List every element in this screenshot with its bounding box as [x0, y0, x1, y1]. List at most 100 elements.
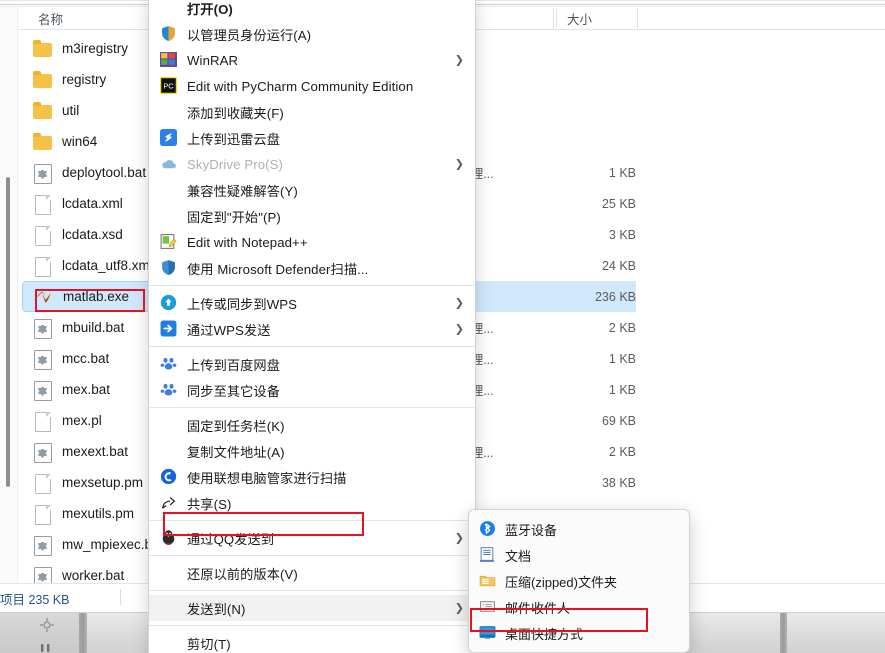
- context-menu-item[interactable]: PC Edit with PyCharm Community Edition: [149, 73, 475, 99]
- mail-recipient-icon: [469, 595, 505, 619]
- context-menu-item[interactable]: WinRAR ❯: [149, 47, 475, 73]
- menu-item-icon-slot: [149, 0, 187, 21]
- context-menu-item[interactable]: 剪切(T): [149, 630, 475, 653]
- menu-item-icon-slot: [149, 630, 187, 653]
- context-menu-item[interactable]: 发送到(N) ❯: [149, 595, 475, 621]
- pane-edge: [17, 7, 18, 612]
- column-header-name[interactable]: 名称: [38, 9, 148, 27]
- context-menu-item-label: 添加到收藏夹(F): [187, 105, 284, 121]
- context-menu-separator: [149, 625, 475, 626]
- document-icon: [32, 225, 54, 246]
- status-bar-separator: [120, 589, 121, 605]
- context-menu-item[interactable]: 上传到迅雷云盘: [149, 125, 475, 151]
- column-header-size[interactable]: 大小: [556, 9, 636, 27]
- context-menu-item[interactable]: 固定到任务栏(K): [149, 412, 475, 438]
- menu-item-icon-slot: [149, 177, 187, 203]
- context-menu-item[interactable]: 使用 Microsoft Defender扫描...: [149, 255, 475, 281]
- file-size-cell: 1 KB: [608, 165, 636, 180]
- file-size-cell: 1 KB: [608, 351, 636, 366]
- documents-icon: [469, 543, 505, 567]
- file-size-cell: 236 KB: [594, 289, 636, 304]
- context-menu-item-label: 使用联想电脑管家进行扫描: [187, 470, 347, 486]
- context-menu-separator: [149, 407, 475, 408]
- submenu-item[interactable]: 文档: [469, 542, 689, 568]
- wps-upload-icon: [160, 294, 177, 311]
- context-menu-item[interactable]: 添加到收藏夹(F): [149, 99, 475, 125]
- submenu-item[interactable]: 桌面快捷方式: [469, 620, 689, 646]
- submenu-item-label: 文档: [505, 548, 532, 564]
- submenu-item[interactable]: 邮件收件人: [469, 594, 689, 620]
- file-name: m3iregistry: [62, 41, 129, 56]
- context-menu-item[interactable]: SkyDrive Pro(S) ❯: [149, 151, 475, 177]
- context-menu-item[interactable]: 复制文件地址(A): [149, 438, 475, 464]
- file-name: mex.pl: [62, 413, 102, 428]
- baidu-cloud-icon: [160, 355, 177, 372]
- context-menu-item[interactable]: 兼容性疑难解答(Y): [149, 177, 475, 203]
- context-menu-item-label: 兼容性疑难解答(Y): [187, 183, 298, 199]
- skydrive-icon: [149, 151, 187, 177]
- svg-text:PC: PC: [163, 82, 174, 91]
- wps-upload-icon: [149, 290, 187, 316]
- context-menu-item[interactable]: 打开(O): [149, 0, 475, 21]
- file-name: util: [62, 103, 80, 118]
- context-menu-separator: [149, 285, 475, 286]
- context-menu-item[interactable]: 以管理员身份运行(A): [149, 21, 475, 47]
- context-menu-item[interactable]: 固定到"开始"(P): [149, 203, 475, 229]
- file-list-scrollbar[interactable]: [0, 7, 17, 612]
- submenu-item[interactable]: 压缩(zipped)文件夹: [469, 568, 689, 594]
- shield-uac-icon: [149, 21, 187, 47]
- send-to-submenu[interactable]: 蓝牙设备文档压缩(zipped)文件夹邮件收件人桌面快捷方式: [468, 509, 690, 653]
- folder-icon: [32, 70, 54, 90]
- context-menu-item[interactable]: 通过WPS发送 ❯: [149, 316, 475, 342]
- chevron-right-icon: ❯: [454, 602, 464, 615]
- context-menu-item-label: 共享(S): [187, 496, 232, 512]
- mail-recipient-icon: [479, 598, 496, 615]
- file-name: mex.bat: [62, 382, 111, 397]
- submenu-item-label: 邮件收件人: [505, 600, 571, 616]
- bat-icon: [32, 535, 54, 556]
- context-menu-item-label: 固定到任务栏(K): [187, 418, 285, 434]
- context-menu-item[interactable]: 通过QQ发送到 ❯: [149, 525, 475, 551]
- scrollbar-thumb[interactable]: [6, 177, 10, 487]
- chevron-right-icon: ❯: [454, 532, 464, 545]
- file-name: mcc.bat: [62, 351, 110, 366]
- defender-shield-icon: [149, 255, 187, 281]
- submenu-item[interactable]: 蓝牙设备: [469, 516, 689, 542]
- file-name: registry: [62, 72, 107, 87]
- context-menu-item[interactable]: 使用联想电脑管家进行扫描: [149, 464, 475, 490]
- qq-penguin-icon: [149, 525, 187, 551]
- file-size-cell: 2 KB: [608, 444, 636, 459]
- context-menu-item-label: SkyDrive Pro(S): [187, 156, 284, 172]
- context-menu-item[interactable]: Edit with Notepad++: [149, 229, 475, 255]
- matlab-icon: [33, 287, 55, 307]
- context-menu-item[interactable]: 还原以前的版本(V): [149, 560, 475, 586]
- lenovo-icon: [149, 464, 187, 490]
- context-menu-item-label: 上传到百度网盘: [187, 357, 281, 373]
- menu-item-icon-slot: [149, 595, 187, 621]
- context-menu-separator: [149, 555, 475, 556]
- context-menu-item-label: 上传或同步到WPS: [187, 296, 298, 312]
- context-menu-item[interactable]: 同步至其它设备: [149, 377, 475, 403]
- menu-item-icon-slot: [149, 412, 187, 438]
- file-name: worker.bat: [62, 568, 125, 583]
- context-menu[interactable]: 打开(O) 以管理员身份运行(A) WinRAR ❯ PC Edit with PyCha…: [148, 0, 476, 653]
- file-name: mexext.bat: [62, 444, 129, 459]
- context-menu-item[interactable]: 上传到百度网盘: [149, 351, 475, 377]
- qq-penguin-icon: [160, 529, 177, 546]
- file-name: lcdata.xml: [62, 196, 123, 211]
- context-menu-item[interactable]: 上传或同步到WPS ❯: [149, 290, 475, 316]
- context-menu-item-label: 使用 Microsoft Defender扫描...: [187, 261, 369, 277]
- context-menu-separator: [149, 590, 475, 591]
- context-menu-item-label: 以管理员身份运行(A): [187, 27, 312, 43]
- bat-icon: [32, 318, 54, 339]
- context-menu-item-label: Edit with Notepad++: [187, 234, 308, 250]
- documents-icon: [479, 546, 496, 563]
- baidu-cloud-icon: [149, 351, 187, 377]
- bat-icon: [32, 163, 54, 184]
- wps-send-icon: [160, 320, 177, 337]
- file-size-cell: 25 KB: [601, 196, 636, 211]
- pycharm-icon: PC: [159, 76, 178, 95]
- context-menu-item[interactable]: 共享(S): [149, 490, 475, 516]
- context-menu-separator: [149, 346, 475, 347]
- share-icon: [160, 494, 177, 511]
